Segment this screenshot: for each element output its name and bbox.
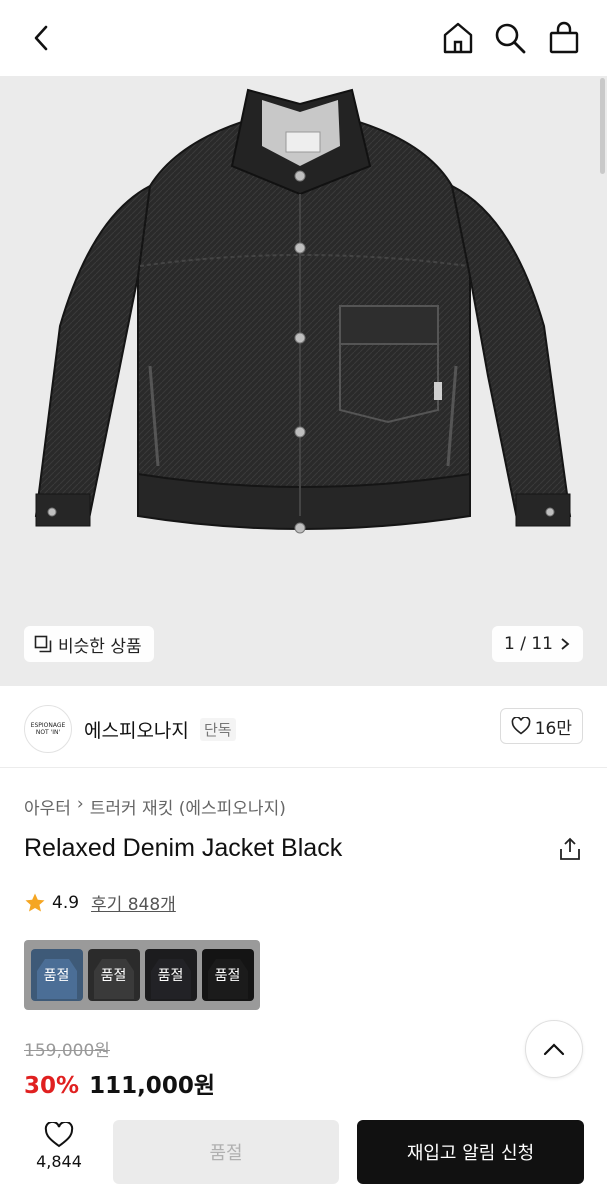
soldout-label: 품절 <box>100 968 127 984</box>
discount-rate: 30% <box>24 1073 80 1099</box>
image-counter-button[interactable]: 1 / 11 <box>492 626 583 662</box>
back-button[interactable] <box>22 18 62 58</box>
chevron-up-icon <box>543 1043 565 1056</box>
star-icon <box>25 893 45 911</box>
brand-row: ESPIONAGE NOT 'IN' 에스피오나지 단독 16만 <box>0 688 607 768</box>
category-breadcrumb: 아우터 › 트러커 재킷 (에스피오나지) <box>24 794 286 819</box>
brand-logo[interactable]: ESPIONAGE NOT 'IN' <box>24 705 72 753</box>
wishlist-button[interactable]: 4,844 <box>24 1122 94 1171</box>
heart-icon <box>511 717 531 735</box>
scroll-to-top-button[interactable] <box>525 1020 583 1078</box>
color-option-charcoal[interactable]: 품절 <box>87 949 140 1001</box>
rating-score: 4.9 <box>52 892 80 913</box>
sale-price: 111,000원 <box>89 1073 215 1099</box>
color-options: 품절 품절 품절 품절 <box>24 940 260 1010</box>
heart-icon <box>44 1122 74 1148</box>
soldout-label: 품절 <box>43 968 70 984</box>
exclusive-badge: 단독 <box>200 718 236 741</box>
color-option-black[interactable]: 품절 <box>201 949 254 1001</box>
brand-name[interactable]: 에스피오나지 <box>84 716 189 743</box>
reviews-link[interactable]: 후기 848개 <box>91 890 176 915</box>
chevron-left-icon <box>34 25 48 51</box>
top-navigation-bar <box>0 0 607 76</box>
brand-logo-text: ESPIONAGE <box>30 722 66 729</box>
wishlist-count: 4,844 <box>36 1152 82 1171</box>
page-scrollbar[interactable] <box>600 78 605 174</box>
soldout-button[interactable]: 품절 <box>113 1120 339 1184</box>
chevron-right-icon <box>561 638 570 650</box>
brand-like-button[interactable]: 16만 <box>499 708 583 744</box>
search-button[interactable] <box>490 18 530 58</box>
search-icon <box>495 23 526 54</box>
breadcrumb-category[interactable]: 아우터 <box>24 794 71 819</box>
restock-alert-button[interactable]: 재입고 알림 신청 <box>357 1120 584 1184</box>
similar-products-button[interactable]: 비슷한 상품 <box>24 626 154 662</box>
brand-like-count: 16만 <box>534 718 572 739</box>
brand-logo-subtext: NOT 'IN' <box>35 729 61 736</box>
share-icon[interactable] <box>557 836 583 862</box>
home-button[interactable] <box>438 18 478 58</box>
original-price: 159,000원 <box>24 1041 110 1061</box>
similar-items-icon <box>34 635 52 653</box>
product-rating: 4.9 후기 848개 <box>24 890 176 915</box>
product-title: Relaxed Denim Jacket Black <box>24 834 343 862</box>
sale-price-row: 30% 111,000원 <box>24 1066 215 1100</box>
product-image-carousel[interactable]: 비슷한 상품 1 / 11 <box>0 76 607 686</box>
soldout-label: 품절 <box>157 968 184 984</box>
shopping-bag-icon <box>549 21 579 54</box>
color-option-blue[interactable]: 품절 <box>30 949 83 1001</box>
home-icon <box>443 22 473 54</box>
similar-products-label: 비슷한 상품 <box>58 636 142 657</box>
cart-button[interactable] <box>544 18 584 58</box>
chevron-right-icon: › <box>76 794 84 814</box>
color-option-navy-black[interactable]: 품절 <box>144 949 197 1001</box>
product-image <box>34 88 572 534</box>
breadcrumb-subcategory[interactable]: 트러커 재킷 (에스피오나지) <box>90 794 286 819</box>
soldout-label: 품절 <box>214 968 241 984</box>
image-counter: 1 / 11 <box>504 634 553 654</box>
bottom-action-bar: 4,844 품절 재입고 알림 신청 <box>0 1104 607 1200</box>
